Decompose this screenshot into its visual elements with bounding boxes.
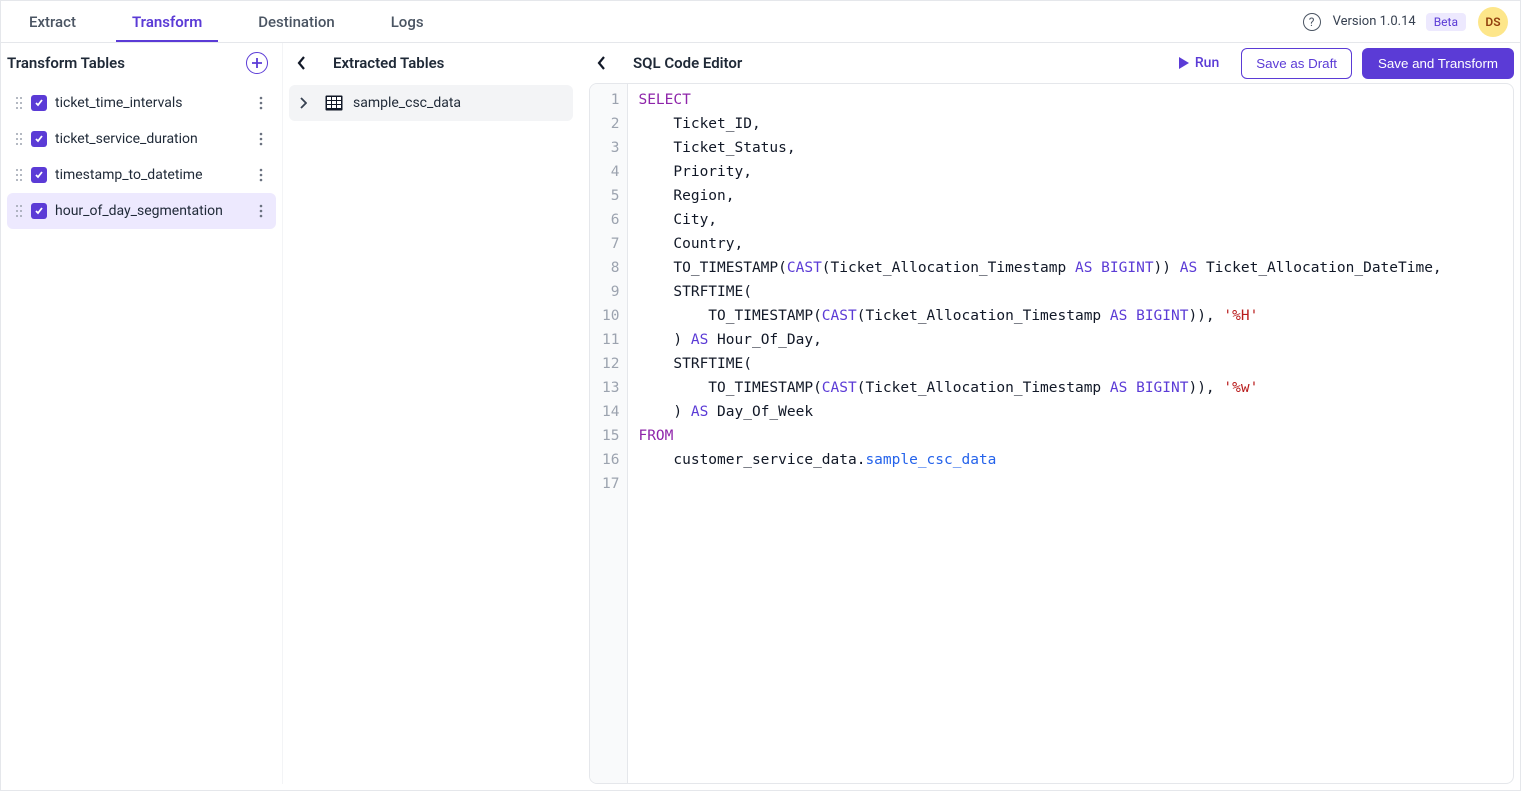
row-menu-icon[interactable] <box>252 168 270 182</box>
table-icon <box>325 95 343 111</box>
topbar: Extract Transform Destination Logs ? Ver… <box>1 1 1520 43</box>
extracted-tables-panel: Extracted Tables sample_csc_data <box>283 43 579 784</box>
row-menu-icon[interactable] <box>252 204 270 218</box>
collapse-extracted-panel-button[interactable] <box>289 50 315 76</box>
code-editor[interactable]: 1234567891011121314151617 SELECT Ticket_… <box>589 83 1514 784</box>
transform-table-row[interactable]: ticket_time_intervals <box>7 85 276 121</box>
transform-table-row[interactable]: timestamp_to_datetime <box>7 157 276 193</box>
save-and-transform-button[interactable]: Save and Transform <box>1362 48 1514 79</box>
collapse-editor-button[interactable] <box>589 50 615 76</box>
line-gutter: 1234567891011121314151617 <box>590 84 628 783</box>
transform-table-label: ticket_time_intervals <box>55 95 252 111</box>
sql-editor-panel: SQL Code Editor Run Save as Draft Save a… <box>579 43 1514 784</box>
transform-table-label: hour_of_day_segmentation <box>55 203 252 219</box>
help-icon[interactable]: ? <box>1303 13 1321 31</box>
plus-icon <box>252 58 262 68</box>
drag-handle-icon[interactable] <box>13 96 25 110</box>
run-button[interactable]: Run <box>1167 49 1231 77</box>
extracted-tables-title: Extracted Tables <box>333 54 571 72</box>
top-tabs: Extract Transform Destination Logs <box>1 1 452 42</box>
drag-handle-icon[interactable] <box>13 168 25 182</box>
checkbox-checked[interactable] <box>31 167 47 183</box>
transform-table-label: timestamp_to_datetime <box>55 167 252 183</box>
chevron-right-icon[interactable] <box>299 97 315 109</box>
tab-extract[interactable]: Extract <box>1 1 104 42</box>
transform-table-label: ticket_service_duration <box>55 131 252 147</box>
checkbox-checked[interactable] <box>31 203 47 219</box>
chevron-left-icon <box>597 56 607 70</box>
sql-editor-title: SQL Code Editor <box>633 54 1167 72</box>
add-transform-table-button[interactable] <box>246 52 268 74</box>
extracted-table-row[interactable]: sample_csc_data <box>289 85 573 121</box>
tab-logs[interactable]: Logs <box>363 1 452 42</box>
code-content[interactable]: SELECT Ticket_ID, Ticket_Status, Priorit… <box>628 84 1513 783</box>
transform-table-row[interactable]: hour_of_day_segmentation <box>7 193 276 229</box>
chevron-left-icon <box>297 56 307 70</box>
transform-tables-title: Transform Tables <box>7 54 246 72</box>
transform-table-row[interactable]: ticket_service_duration <box>7 121 276 157</box>
extracted-table-label: sample_csc_data <box>353 95 461 111</box>
play-icon <box>1179 57 1189 69</box>
version-label: Version 1.0.14 <box>1333 14 1416 29</box>
row-menu-icon[interactable] <box>252 132 270 146</box>
save-as-draft-button[interactable]: Save as Draft <box>1241 48 1352 79</box>
avatar[interactable]: DS <box>1478 7 1508 37</box>
checkbox-checked[interactable] <box>31 131 47 147</box>
row-menu-icon[interactable] <box>252 96 270 110</box>
tab-transform[interactable]: Transform <box>104 1 230 42</box>
tab-destination[interactable]: Destination <box>230 1 362 42</box>
drag-handle-icon[interactable] <box>13 132 25 146</box>
drag-handle-icon[interactable] <box>13 204 25 218</box>
checkbox-checked[interactable] <box>31 95 47 111</box>
transform-tables-panel: Transform Tables ticket_time_intervals t… <box>1 43 283 784</box>
beta-badge: Beta <box>1426 13 1466 31</box>
